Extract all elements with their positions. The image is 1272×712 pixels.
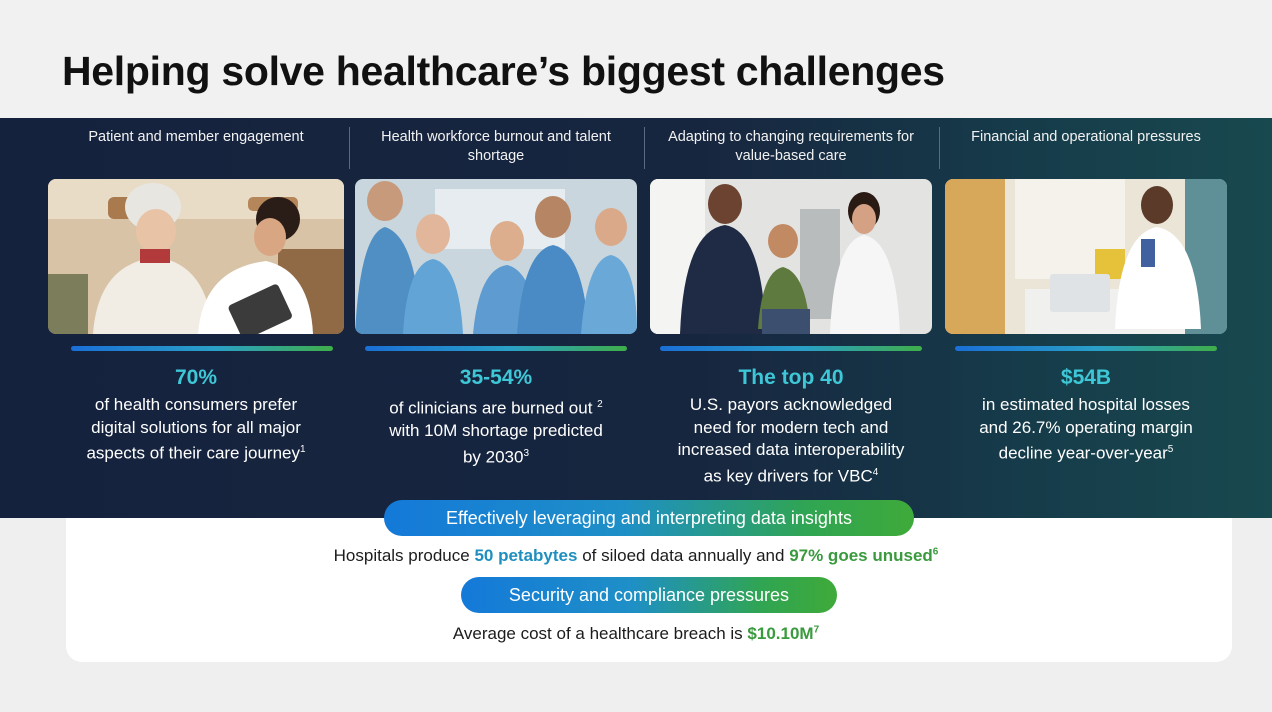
footnote-marker: 2 xyxy=(597,399,603,410)
slide: Helping solve healthcare’s biggest chall… xyxy=(0,0,1272,712)
column-value-based-care: Adapting to changing requirements for va… xyxy=(650,118,932,518)
column-accent-bar xyxy=(365,346,627,351)
column-divider xyxy=(644,127,645,169)
desc-line: by 20303 xyxy=(355,443,637,469)
column-description: U.S. payors acknowledged need for modern… xyxy=(650,394,932,488)
security-cost: $10.10M xyxy=(747,624,814,643)
desc-line: as key drivers for VBC4 xyxy=(650,462,932,488)
insights-petabytes: 50 petabytes xyxy=(474,546,578,565)
footnote-marker: 6 xyxy=(932,546,939,558)
desc-line: of health consumers prefer xyxy=(94,395,298,414)
desc-line-text: decline year-over-year xyxy=(998,443,1168,463)
column-accent-bar xyxy=(955,346,1217,351)
desc-line: with 10M shortage predicted xyxy=(389,421,603,441)
footnote-marker: 1 xyxy=(300,444,306,455)
security-pill: Security and compliance pressures xyxy=(461,577,837,613)
desc-line: aspects of their care journey1 xyxy=(48,439,344,465)
desc-line-text: aspects of their care journey xyxy=(86,443,300,463)
desc-line: U.S. payors acknowledged xyxy=(689,395,893,414)
column-divider xyxy=(349,127,350,169)
column-header: Patient and member engagement xyxy=(88,129,304,145)
column-description: in estimated hospital losses and 26.7% o… xyxy=(945,394,1227,465)
photo-doctor-laptop xyxy=(945,179,1227,334)
footnote-marker: 4 xyxy=(872,466,879,478)
desc-line: need for modern tech and xyxy=(693,417,889,437)
desc-line: digital solutions for all major xyxy=(91,417,301,437)
column-financial-pressures: Financial and operational pressures $54B… xyxy=(945,118,1227,518)
column-accent-bar xyxy=(660,346,922,351)
page-title: Helping solve healthcare’s biggest chall… xyxy=(62,48,945,94)
insights-unused: 97% goes unused xyxy=(789,546,933,565)
insights-middle: of siloed data annually and xyxy=(582,546,785,565)
desc-line-text: of clinicians are burned out xyxy=(389,398,593,418)
column-description: of clinicians are burned out 2 with 10M … xyxy=(355,394,637,469)
desc-line: in estimated hospital losses xyxy=(982,395,1190,414)
column-stat: 70% xyxy=(174,366,218,389)
desc-line: of clinicians are burned out 2 xyxy=(355,394,637,420)
column-stat: The top 40 xyxy=(738,366,844,389)
column-stat: 35-54% xyxy=(459,366,533,389)
desc-line: and 26.7% operating margin xyxy=(979,417,1193,437)
column-workforce-burnout: Health workforce burnout and talent shor… xyxy=(355,118,637,518)
column-header: Health workforce burnout and talent shor… xyxy=(381,129,611,164)
desc-line: increased data interoperability xyxy=(677,440,905,459)
desc-line-text: as key drivers for VBC xyxy=(703,466,873,486)
footnote-marker: 5 xyxy=(1167,444,1174,455)
photo-father-child-doctor xyxy=(650,179,932,334)
insights-statement: Hospitals produce 50 petabytes of siloed… xyxy=(0,546,1272,566)
insights-pill: Effectively leveraging and interpreting … xyxy=(384,500,914,536)
footnote-marker: 7 xyxy=(813,624,820,636)
column-header: Financial and operational pressures xyxy=(971,129,1201,145)
insights-prefix: Hospitals produce xyxy=(333,546,470,565)
footnote-marker: 3 xyxy=(523,447,530,459)
column-stat: $54B xyxy=(1060,366,1112,389)
security-statement: Average cost of a healthcare breach is $… xyxy=(0,624,1272,644)
column-patient-engagement: Patient and member engagement 70% of hea… xyxy=(48,118,344,518)
column-accent-bar xyxy=(71,346,333,351)
column-description: of health consumers prefer digital solut… xyxy=(48,394,344,465)
desc-line-text: by 2030 xyxy=(462,447,524,467)
photo-elderly-patient xyxy=(48,179,344,334)
security-prefix: Average cost of a healthcare breach is xyxy=(452,624,743,643)
column-header: Adapting to changing requirements for va… xyxy=(668,129,914,164)
photo-clinician-group xyxy=(355,179,637,334)
column-divider xyxy=(939,127,940,169)
desc-line: decline year-over-year5 xyxy=(945,439,1227,465)
